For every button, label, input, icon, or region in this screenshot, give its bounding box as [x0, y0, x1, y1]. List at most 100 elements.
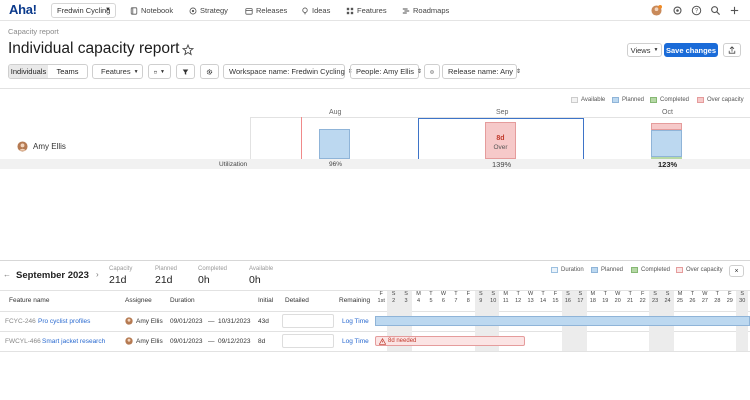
detail-legend-duration: Duration [551, 267, 584, 273]
legend-swatch [612, 97, 619, 103]
col-initial[interactable]: Initial [258, 297, 273, 304]
day-number: 30 [739, 297, 746, 304]
day-column-header: F 1st [375, 291, 387, 304]
clear-filter-button[interactable] [424, 64, 440, 79]
detail-legend-planned: Planned [591, 267, 623, 273]
close-icon: × [734, 267, 739, 275]
calendar-dropdown[interactable]: ▼ [148, 64, 171, 79]
bar-oct-planned[interactable] [651, 130, 682, 157]
row-planned-bar[interactable] [375, 316, 750, 326]
features-label: Features [101, 67, 131, 76]
row-detailed-input[interactable] [282, 314, 334, 328]
detail-month: September 2023 [16, 270, 89, 281]
legend-swatch [650, 97, 657, 103]
nav-item-label: Releases [256, 6, 288, 15]
stat-planned-label: Planned [155, 266, 178, 272]
bar-oct-over[interactable] [651, 123, 682, 130]
close-panel-button[interactable]: × [729, 265, 744, 277]
next-month-arrow[interactable]: › [96, 270, 99, 279]
workspace-selector[interactable]: Fredwin Cycling ▼ [51, 3, 116, 18]
prev-month-arrow[interactable]: ← [3, 270, 11, 279]
row-log-time[interactable]: Log Time [342, 338, 369, 345]
legend-label: Completed [660, 97, 690, 103]
help-icon[interactable]: ? [691, 5, 702, 16]
row-over-capacity-bar[interactable]: 8d needed [375, 336, 525, 346]
workspace-filter[interactable]: Workspace name: Fredwin Cycling ⇕ [223, 64, 353, 79]
row-start-date[interactable]: 09/01/2023 [170, 338, 203, 345]
people-filter[interactable]: People: Amy Ellis ⇕ [350, 64, 422, 79]
features-dropdown[interactable]: Features ▼ [92, 64, 143, 79]
row-date-separator: — [208, 338, 215, 345]
row-end-date[interactable]: 09/12/2023 [218, 338, 251, 345]
day-number: 1st [377, 297, 385, 304]
add-icon[interactable] [729, 5, 740, 16]
legend-planned: Planned [612, 97, 644, 103]
day-number: 9 [479, 297, 483, 304]
settings-icon[interactable] [672, 5, 683, 16]
nav-item-ideas[interactable]: Ideas [301, 5, 330, 16]
row-log-time[interactable]: Log Time [342, 318, 369, 325]
col-duration[interactable]: Duration [170, 297, 195, 304]
share-button[interactable] [723, 43, 741, 57]
user-avatar[interactable] [651, 5, 662, 16]
settings-button[interactable] [200, 64, 219, 79]
day-column-header: T7 [450, 291, 462, 304]
sort-icon: ⇕ [516, 69, 522, 75]
day-column-header: F 22 [636, 291, 648, 304]
breadcrumb[interactable]: Capacity report [8, 27, 59, 36]
day-column-header: M 18 [587, 291, 599, 304]
nav-item-label: Strategy [200, 6, 228, 15]
day-number: 5 [429, 297, 433, 304]
col-feature-name[interactable]: Feature name [9, 297, 49, 304]
row-end-date[interactable]: 10/31/2023 [218, 318, 251, 325]
table-border [0, 311, 750, 312]
svg-text:?: ? [695, 9, 699, 15]
day-number: 28 [714, 297, 721, 304]
row-initial: 8d [258, 338, 266, 345]
day-column-header: T5 [425, 291, 437, 304]
legend-swatch [571, 97, 578, 103]
day-column-header: S9 [475, 291, 487, 304]
col-assignee[interactable]: Assignee [125, 297, 152, 304]
tab-teams[interactable]: Teams [48, 65, 87, 78]
gear-icon [206, 68, 213, 75]
day-number: 8 [466, 297, 470, 304]
save-changes-button[interactable]: Save changes [664, 43, 718, 57]
day-column-header: F8 [462, 291, 474, 304]
star-icon[interactable] [182, 44, 194, 56]
legend-available: Available [571, 97, 605, 103]
stat-available-value: 0h [249, 274, 261, 286]
tab-individuals[interactable]: Individuals [9, 65, 48, 78]
day-column-header: T 14 [537, 291, 549, 304]
day-number: 13 [527, 297, 534, 304]
row-detailed-input[interactable] [282, 334, 334, 348]
row-feature-link[interactable]: Smart jacket research [42, 338, 105, 345]
table-border [0, 351, 750, 352]
logo[interactable]: Aha! [9, 2, 37, 17]
day-column-header: F 15 [549, 291, 561, 304]
row-start-date[interactable]: 09/01/2023 [170, 318, 203, 325]
day-column-header: T 26 [686, 291, 698, 304]
row-feature-link[interactable]: Pro cyclist profiles [38, 318, 90, 325]
release-filter[interactable]: Release name: Any ⇕ [442, 64, 521, 79]
day-column-header: S 24 [661, 291, 673, 304]
legend-completed: Completed [650, 97, 689, 103]
nav-item-strategy[interactable]: Strategy [189, 5, 228, 16]
col-detailed[interactable]: Detailed [285, 297, 309, 304]
nav-item-releases[interactable]: Releases [245, 5, 287, 16]
views-button[interactable]: Views ▼ [627, 43, 662, 57]
col-remaining[interactable]: Remaining [339, 297, 370, 304]
day-number: 11 [502, 297, 509, 304]
person-name[interactable]: Amy Ellis [33, 142, 66, 151]
search-icon[interactable] [710, 5, 721, 16]
nav-item-features[interactable]: Features [346, 5, 387, 16]
stat-available-label: Available [249, 266, 274, 272]
day-number: 2 [392, 297, 396, 304]
nav-item-notebook[interactable]: Notebook [130, 5, 173, 16]
nav-item-roadmaps[interactable]: Roadmaps [402, 5, 449, 16]
nav-item-label: Features [357, 6, 387, 15]
filter-button[interactable] [176, 64, 195, 79]
bar-aug-planned[interactable] [319, 129, 350, 159]
person-avatar [17, 141, 28, 152]
utilization-label: Utilization [219, 161, 248, 168]
